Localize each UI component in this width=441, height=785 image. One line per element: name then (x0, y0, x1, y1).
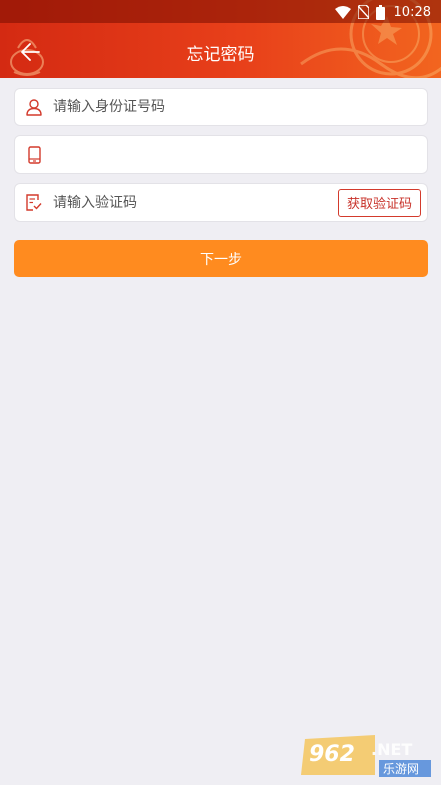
id-card-field[interactable] (14, 88, 428, 126)
next-step-button[interactable]: 下一步 (14, 240, 428, 277)
phone-input[interactable] (53, 136, 427, 173)
status-bar: 10:28 (0, 0, 441, 23)
watermark-logo: 962 .NET 乐游网 (301, 731, 435, 779)
app-header: 10:28 忘记密码 (0, 0, 441, 78)
wifi-icon (334, 5, 351, 19)
svg-text:乐游网: 乐游网 (383, 762, 419, 776)
status-time: 10:28 (393, 4, 431, 20)
form-check-icon (15, 194, 53, 211)
page-title: 忘记密码 (186, 45, 255, 65)
svg-text:962: 962 (309, 742, 355, 767)
verification-code-input[interactable] (53, 184, 338, 221)
no-sim-icon (357, 5, 369, 19)
id-card-input[interactable] (53, 89, 427, 125)
phone-field[interactable] (14, 135, 428, 174)
get-code-button[interactable]: 获取验证码 (337, 188, 421, 217)
phone-icon (15, 145, 53, 164)
svg-text:.NET: .NET (371, 740, 412, 759)
battery-icon (375, 4, 385, 20)
user-icon (15, 98, 53, 116)
verification-code-field[interactable]: 获取验证码 (14, 183, 428, 222)
